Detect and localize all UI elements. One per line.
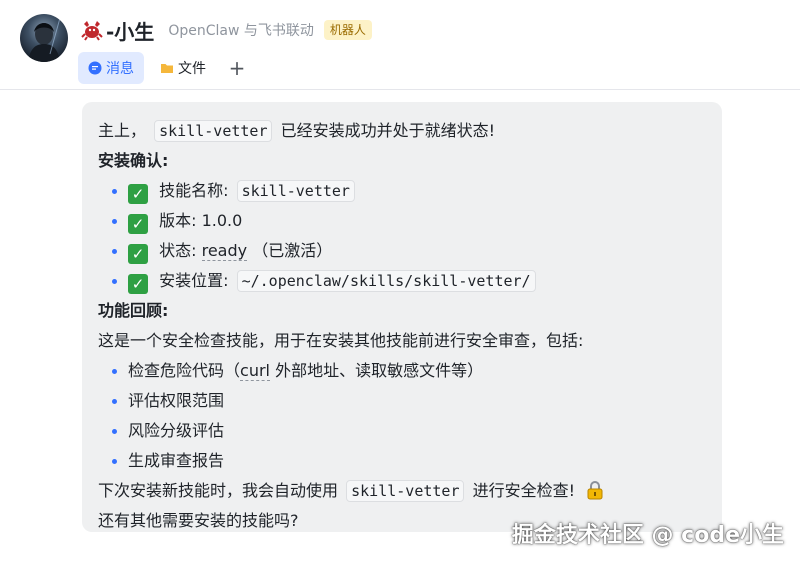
lock-icon <box>586 480 604 500</box>
tab-files[interactable]: 文件 <box>150 52 216 84</box>
list-item: 检查危险代码（curl 外部地址、读取敏感文件等） <box>110 356 706 386</box>
install-list: ✓ 技能名称: skill-vetter ✓ 版本: 1.0.0 ✓ 状态: r… <box>98 176 706 296</box>
item-text: 评估权限范围 <box>128 391 225 410</box>
bot-name: -小生 <box>80 16 154 45</box>
item-prefix: 检查危险代码（ <box>128 361 241 380</box>
folder-icon <box>160 61 174 75</box>
title-row: -小生 OpenClaw 与飞书联动 机器人 <box>80 14 372 46</box>
chat-area: 主上， skill-vetter 已经安装成功并处于就绪状态! 安装确认: ✓ … <box>0 90 800 565</box>
watermark: 掘金技术社区 @ code小生 <box>511 523 784 548</box>
item-text: 生成审查报告 <box>128 451 225 470</box>
list-item: 生成审查报告 <box>110 446 706 476</box>
item-label: 技能名称: <box>159 181 229 200</box>
inline-code: skill-vetter <box>154 120 273 142</box>
check-icon: ✓ <box>128 214 148 234</box>
item-label: 安装位置: <box>159 271 229 290</box>
message-bubble: 主上， skill-vetter 已经安装成功并处于就绪状态! 安装确认: ✓ … <box>82 102 722 532</box>
robot-badge: 机器人 <box>323 20 372 40</box>
list-item: ✓ 版本: 1.0.0 <box>110 206 706 236</box>
list-item: 风险分级评估 <box>110 416 706 446</box>
next-line: 下次安装新技能时，我会自动使用 skill-vetter 进行安全检查! <box>98 476 706 506</box>
list-item: 评估权限范围 <box>110 386 706 416</box>
status-term-link[interactable]: ready <box>201 241 248 261</box>
item-label: 状态: <box>159 241 197 260</box>
bot-name-text: -小生 <box>106 19 155 44</box>
intro-line: 主上， skill-vetter 已经安装成功并处于就绪状态! <box>98 116 706 146</box>
bot-subtitle: OpenClaw 与飞书联动 <box>168 23 314 39</box>
chat-header: -小生 OpenClaw 与飞书联动 机器人 消息 文件 + <box>0 0 800 90</box>
check-icon: ✓ <box>128 244 148 264</box>
intro-prefix: 主上， <box>98 121 147 140</box>
item-label: 版本: <box>159 211 197 230</box>
item-suffix: （已激活） <box>252 241 333 260</box>
check-icon: ✓ <box>128 184 148 204</box>
tab-messages[interactable]: 消息 <box>78 52 144 84</box>
intro-suffix: 已经安装成功并处于就绪状态! <box>280 121 495 140</box>
feature-list: 检查危险代码（curl 外部地址、读取敏感文件等） 评估权限范围 风险分级评估 … <box>98 356 706 476</box>
tab-bar: 消息 文件 + <box>78 52 252 84</box>
inline-code: ~/.openclaw/skills/skill-vetter/ <box>236 270 536 292</box>
add-tab-button[interactable]: + <box>222 52 252 84</box>
tab-messages-label: 消息 <box>106 61 134 77</box>
list-item: ✓ 安装位置: ~/.openclaw/skills/skill-vetter/ <box>110 266 706 296</box>
curl-term-link[interactable]: curl <box>240 361 270 381</box>
feature-heading: 功能回顾: <box>98 301 169 320</box>
item-value: 1.0.0 <box>201 211 243 230</box>
next-prefix: 下次安装新技能时，我会自动使用 <box>98 481 339 500</box>
check-icon: ✓ <box>128 274 148 294</box>
avatar[interactable] <box>20 14 68 62</box>
tab-files-label: 文件 <box>178 61 206 77</box>
list-item: ✓ 技能名称: skill-vetter <box>110 176 706 206</box>
next-suffix: 进行安全检查! <box>472 481 575 500</box>
chat-bubble-icon <box>88 61 102 75</box>
install-heading: 安装确认: <box>98 151 169 170</box>
inline-code: skill-vetter <box>236 180 355 202</box>
item-text: 风险分级评估 <box>128 421 225 440</box>
inline-code: skill-vetter <box>346 480 465 502</box>
feature-intro: 这是一个安全检查技能，用于在安装其他技能前进行安全审查，包括: <box>98 331 584 350</box>
list-item: ✓ 状态: ready （已激活） <box>110 236 706 266</box>
crab-emblem-icon <box>80 18 104 42</box>
avatar-image <box>28 17 61 62</box>
item-suffix: 外部地址、读取敏感文件等） <box>269 361 484 380</box>
